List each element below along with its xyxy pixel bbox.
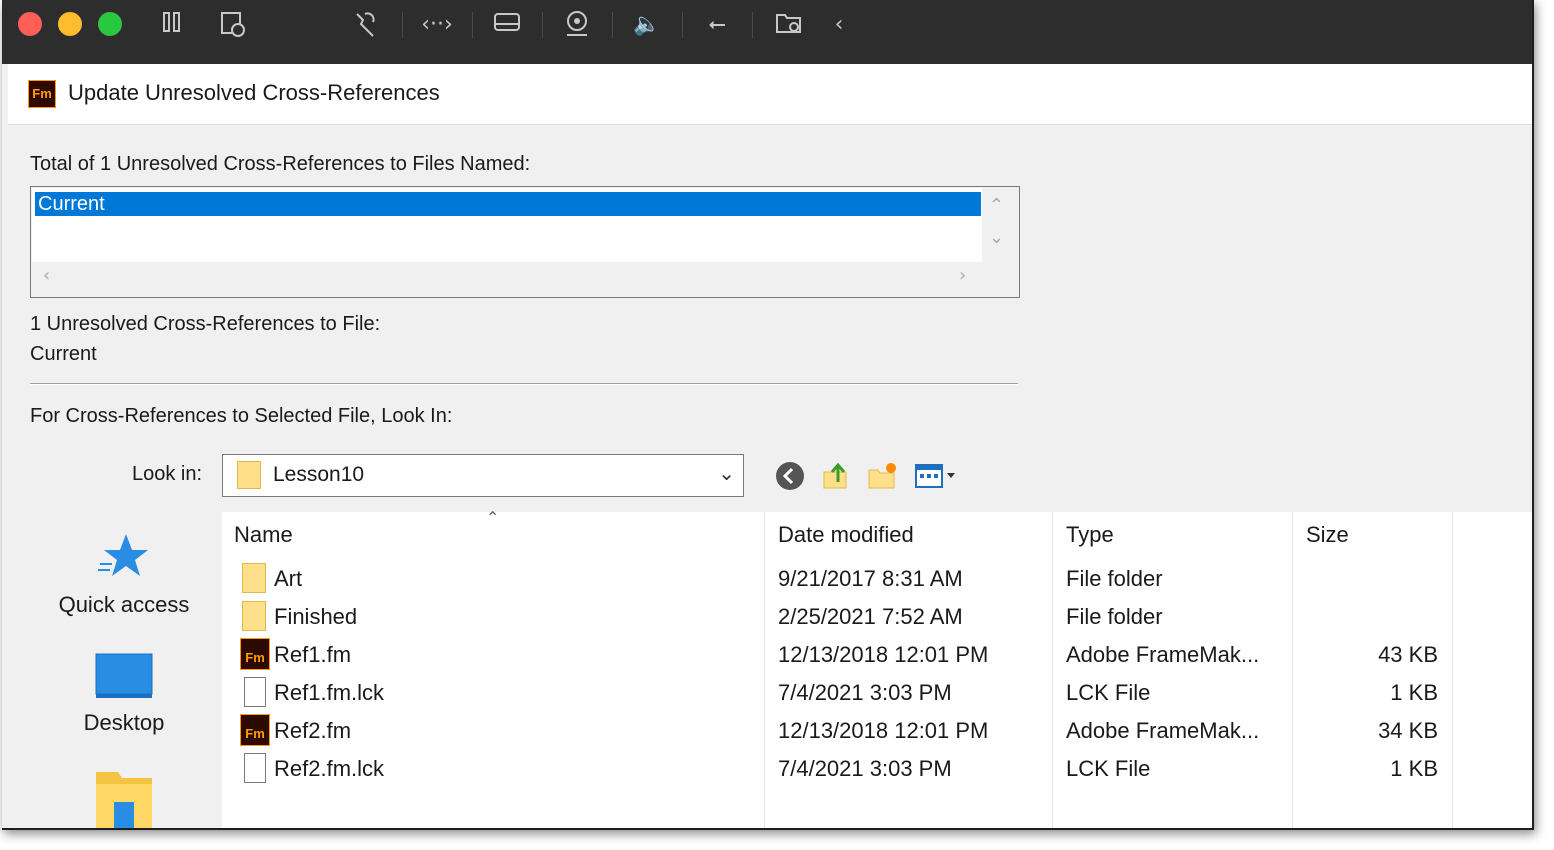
- file-name: Ref2.fm.lck: [274, 756, 385, 781]
- star-icon: [36, 530, 212, 586]
- document-icon: [244, 753, 266, 783]
- place-desktop[interactable]: Desktop: [36, 652, 212, 736]
- document-icon: [244, 677, 266, 707]
- webcam-icon[interactable]: [560, 10, 594, 40]
- toolbar-separator: [612, 12, 613, 38]
- selected-file-value: Current: [30, 343, 97, 365]
- file-type: Adobe FrameMak...: [1066, 642, 1260, 667]
- files-named-list: Current: [32, 188, 982, 262]
- file-name: Ref1.fm: [274, 642, 352, 667]
- file-row-finished[interactable]: Finished 2/25/2021 7:52 AM File folder: [222, 598, 1532, 636]
- file-type: File folder: [1066, 566, 1163, 591]
- dialog-window: ‹··› 🔈 ⭠ ‹ Fm Update Unresolved Cross-Re…: [2, 0, 1534, 830]
- file-type: Adobe FrameMak...: [1066, 718, 1260, 743]
- zoom-window-button[interactable]: [98, 12, 122, 36]
- framemaker-file-icon: Fm: [240, 714, 270, 746]
- folder-icon: [237, 461, 261, 489]
- file-name: Art: [274, 566, 303, 591]
- file-size: 1 KB: [1390, 756, 1438, 781]
- snapshot-icon[interactable]: [216, 10, 250, 40]
- chevron-left-icon[interactable]: ‹: [822, 10, 856, 40]
- drive-icon[interactable]: [490, 10, 524, 40]
- scroll-right-icon[interactable]: ›: [959, 265, 966, 286]
- back-icon[interactable]: [774, 460, 806, 492]
- file-row-ref1-lck[interactable]: Ref1.fm.lck 7/4/2021 3:03 PM LCK File 1 …: [222, 674, 1532, 712]
- minimize-window-button[interactable]: [58, 12, 82, 36]
- file-date: 9/21/2017 8:31 AM: [778, 566, 963, 591]
- file-type: LCK File: [1066, 756, 1151, 781]
- file-date: 7/4/2021 3:03 PM: [778, 756, 952, 781]
- libraries-icon: [36, 768, 212, 828]
- look-in-section-label: For Cross-References to Selected File, L…: [30, 405, 453, 427]
- desktop-icon: [36, 652, 212, 702]
- file-row-ref2-fm[interactable]: Fm Ref2.fm 12/13/2018 12:01 PM Adobe Fra…: [222, 712, 1532, 750]
- column-header-type[interactable]: Type: [1066, 522, 1114, 548]
- list-item-selected[interactable]: Current: [35, 192, 981, 216]
- wrench-icon[interactable]: [348, 10, 382, 40]
- view-menu-icon[interactable]: [914, 460, 962, 492]
- sort-ascending-icon: ⌃: [486, 508, 500, 527]
- toolbar-separator: [682, 12, 683, 38]
- framemaker-file-icon: Fm: [240, 638, 270, 670]
- column-header-size[interactable]: Size: [1306, 522, 1349, 548]
- dialog-title: Update Unresolved Cross-References: [68, 80, 440, 105]
- file-name: Ref2.fm: [274, 718, 352, 743]
- column-header-name[interactable]: Name: [234, 522, 293, 548]
- dialog-titlebar: Fm Update Unresolved Cross-References: [8, 64, 1532, 125]
- file-date: 2/25/2021 7:52 AM: [778, 604, 963, 629]
- file-date: 12/13/2018 12:01 PM: [778, 642, 989, 667]
- speaker-icon[interactable]: 🔈: [630, 10, 664, 40]
- toolbar-separator: [402, 12, 403, 38]
- place-label: Desktop: [83, 710, 165, 735]
- file-type: LCK File: [1066, 680, 1151, 705]
- column-header-date[interactable]: Date modified: [778, 522, 914, 548]
- section-divider: [30, 383, 1018, 385]
- file-name: Finished: [274, 604, 358, 629]
- code-arrows-icon[interactable]: ‹··›: [420, 10, 454, 40]
- place-libraries[interactable]: [36, 768, 212, 828]
- place-quick-access[interactable]: Quick access: [36, 530, 212, 618]
- file-list[interactable]: ⌃ Name Date modified Type Size Art 9/21/…: [222, 508, 1532, 828]
- file-type: File folder: [1066, 604, 1163, 629]
- selected-file-label: 1 Unresolved Cross-References to File:: [30, 313, 381, 335]
- folder-icon: [242, 563, 266, 593]
- place-label: Quick access: [58, 592, 190, 617]
- file-name: Ref1.fm.lck: [274, 680, 385, 705]
- file-row-ref2-lck[interactable]: Ref2.fm.lck 7/4/2021 3:03 PM LCK File 1 …: [222, 750, 1532, 788]
- file-date: 12/13/2018 12:01 PM: [778, 718, 989, 743]
- scroll-left-icon[interactable]: ‹: [43, 265, 50, 286]
- scroll-down-icon[interactable]: ⌄: [989, 227, 1004, 248]
- scroll-up-icon[interactable]: ⌃: [989, 195, 1004, 216]
- file-row-art[interactable]: Art 9/21/2017 8:31 AM File folder: [222, 560, 1532, 598]
- chevron-down-icon[interactable]: ⌄: [718, 461, 735, 485]
- files-named-listbox[interactable]: Current ⌃ ⌄ ‹ ›: [30, 186, 1020, 298]
- shared-folder-icon[interactable]: [772, 10, 806, 40]
- close-window-button[interactable]: [18, 12, 42, 36]
- places-bar: Quick access Desktop: [36, 512, 212, 828]
- toolbar-separator: [752, 12, 753, 38]
- up-folder-icon[interactable]: [820, 460, 852, 492]
- look-in-dropdown[interactable]: Lesson10 ⌄: [222, 454, 744, 497]
- file-size: 43 KB: [1378, 642, 1438, 667]
- toolbar-separator: [472, 12, 473, 38]
- look-in-label: Look in:: [132, 463, 203, 485]
- look-in-value: Lesson10: [273, 463, 365, 486]
- file-row-ref1-fm[interactable]: Fm Ref1.fm 12/13/2018 12:01 PM Adobe Fra…: [222, 636, 1532, 674]
- file-size: 1 KB: [1390, 680, 1438, 705]
- framemaker-logo-icon: Fm: [28, 80, 56, 108]
- pause-icon[interactable]: [155, 10, 189, 40]
- file-date: 7/4/2021 3:03 PM: [778, 680, 952, 705]
- vm-toolbar: ‹··› 🔈 ⭠ ‹: [2, 0, 1532, 64]
- folder-icon: [242, 601, 266, 631]
- toolbar-separator: [542, 12, 543, 38]
- total-label: Total of 1 Unresolved Cross-References t…: [30, 153, 531, 175]
- file-size: 34 KB: [1378, 718, 1438, 743]
- usb-icon[interactable]: ⭠: [700, 10, 734, 40]
- new-folder-icon[interactable]: [866, 460, 898, 492]
